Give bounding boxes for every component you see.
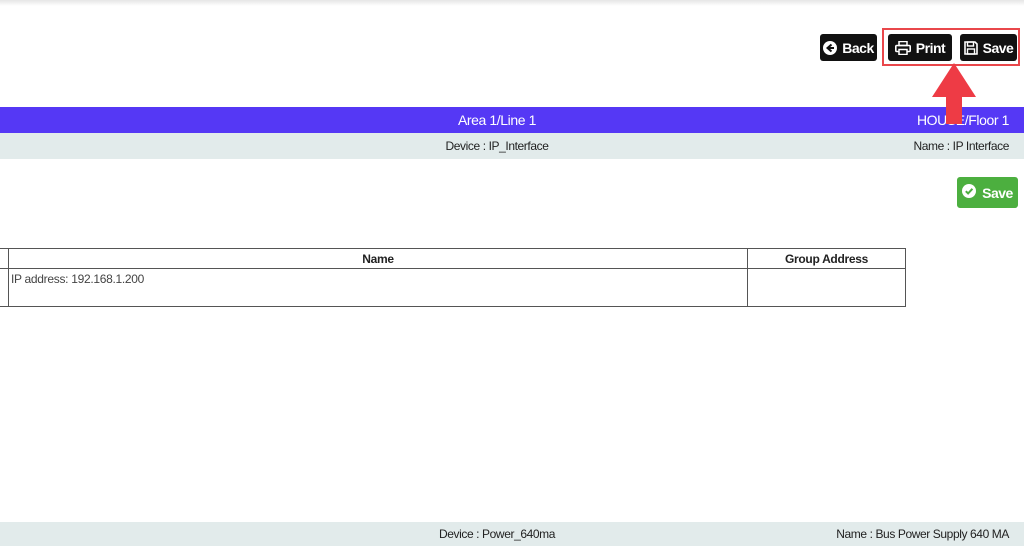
table-cell-group-address-text: [748, 269, 905, 272]
device-bar-power: Device : Power_640ma Name : Bus Power Su…: [0, 522, 1024, 546]
check-circle-icon: [962, 184, 977, 201]
device-name-label: Name : IP Interface: [913, 139, 1009, 153]
top-shadow: [0, 0, 1024, 6]
group-address-table: Name Group Address IP address: 192.168.1…: [0, 248, 906, 307]
device-bar-ip-interface: Device : IP_Interface Name : IP Interfac…: [0, 133, 1024, 159]
annotation-arrow-shaft: [946, 84, 962, 124]
table-row[interactable]: IP address: 192.168.1.200: [0, 268, 906, 307]
area-label: Area 1/Line 1: [457, 112, 537, 128]
table-header-group-address: Group Address: [747, 248, 906, 269]
save-device-button[interactable]: Save: [957, 177, 1018, 208]
location-bar: Area 1/Line 1 HOUSE/Floor 1: [0, 107, 1024, 133]
floor-label: HOUSE/Floor 1: [916, 112, 1009, 128]
table-header-name: Name: [8, 248, 748, 269]
save-device-button-label: Save: [982, 184, 1013, 201]
device-label-2: Device : Power_640ma: [438, 527, 556, 541]
table-cell-spacer: [0, 268, 9, 307]
print-save-highlight: [882, 28, 1020, 66]
table-header-spacer: [0, 248, 9, 269]
back-button-label: Back: [842, 39, 874, 56]
table-cell-group-address[interactable]: [747, 268, 906, 307]
table-cell-name-text: IP address: 192.168.1.200: [11, 272, 145, 286]
device-name-label-2: Name : Bus Power Supply 640 MA: [836, 527, 1009, 541]
table-header-row: Name Group Address: [0, 248, 906, 269]
device-label: Device : IP_Interface: [445, 139, 549, 153]
back-button[interactable]: Back: [820, 34, 877, 61]
table-cell-name: IP address: 192.168.1.200: [8, 268, 748, 307]
circle-arrow-left-icon: [823, 40, 838, 55]
